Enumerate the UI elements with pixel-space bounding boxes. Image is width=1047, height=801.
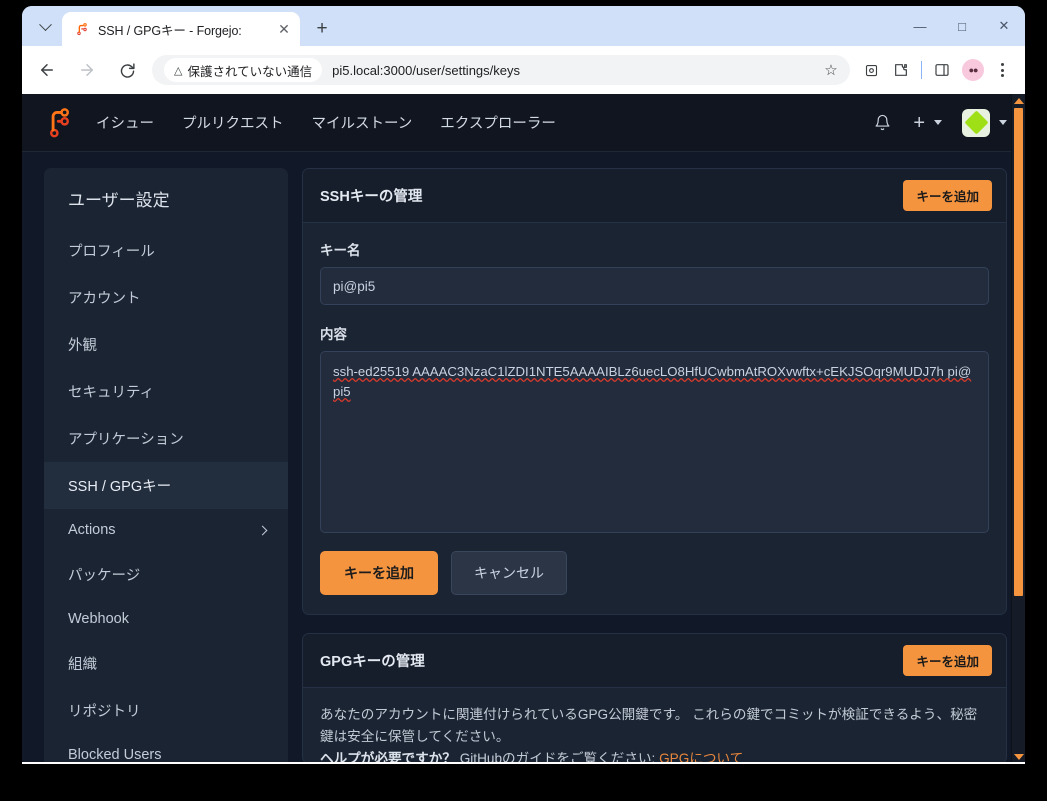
user-menu[interactable] bbox=[962, 108, 1007, 137]
ssh-panel-body: キー名 内容 ssh-ed25519 AAAAC3NzaC1lZDI1NTE5A… bbox=[303, 223, 1006, 614]
user-avatar-icon bbox=[962, 108, 990, 137]
toolbar-divider bbox=[921, 61, 922, 79]
plus-icon: + bbox=[913, 111, 925, 134]
sidebar-item-label: 組織 bbox=[68, 657, 97, 673]
create-new-menu[interactable]: + bbox=[913, 113, 942, 133]
avatar-eyes: ●● bbox=[968, 65, 979, 75]
sidebar-item-label: パッケージ bbox=[68, 568, 141, 584]
settings-main-column: SSHキーの管理 キーを追加 キー名 内容 ssh-ed25519 AAAAC3… bbox=[302, 168, 1007, 764]
browser-tab[interactable]: SSH / GPGキー - Forgejo: ✕ bbox=[62, 12, 300, 46]
sidebar-item-repositories[interactable]: リポジトリ bbox=[44, 687, 288, 734]
gpg-panel-header: GPGキーの管理 キーを追加 bbox=[303, 634, 1006, 689]
browser-toolbar: △ 保護されていない通信 pi5.local:3000/user/setting… bbox=[22, 46, 1025, 94]
sidebar-item-webhooks[interactable]: Webhook bbox=[44, 598, 288, 640]
extensions-puzzle-icon[interactable] bbox=[886, 55, 916, 85]
window-bottom-border bbox=[22, 762, 1025, 764]
window-controls: — □ ✕ bbox=[899, 6, 1025, 46]
security-status-chip[interactable]: △ 保護されていない通信 bbox=[164, 58, 323, 82]
sidebar-item-label: アカウント bbox=[68, 291, 141, 307]
profile-avatar-icon[interactable]: ●● bbox=[962, 59, 984, 81]
scrollbar-thumb[interactable] bbox=[1014, 108, 1023, 596]
ssh-cancel-button[interactable]: キャンセル bbox=[451, 551, 567, 595]
settings-sidebar: ユーザー設定 プロフィール アカウント 外観 セキュリティ アプリケーション S bbox=[44, 168, 288, 764]
nav-link-explore[interactable]: エクスプローラー bbox=[440, 112, 556, 133]
reload-icon[interactable] bbox=[112, 55, 142, 85]
scroll-up-arrow-icon[interactable] bbox=[1013, 98, 1024, 104]
ssh-panel-header: SSHキーの管理 キーを追加 bbox=[303, 169, 1006, 223]
new-tab-button[interactable]: + bbox=[308, 14, 336, 42]
gpg-panel-title: GPGキーの管理 bbox=[320, 654, 425, 671]
back-arrow-icon[interactable] bbox=[32, 55, 62, 85]
forgejo-logo-icon[interactable] bbox=[44, 107, 74, 139]
ssh-key-name-label: キー名 bbox=[320, 243, 361, 258]
page-scrollbar[interactable] bbox=[1011, 94, 1025, 764]
scroll-down-arrow-icon[interactable] bbox=[1013, 754, 1024, 760]
sidebar-item-blocked-users[interactable]: Blocked Users bbox=[44, 734, 288, 764]
sidebar-item-organizations[interactable]: 組織 bbox=[44, 640, 288, 687]
sidebar-item-label: SSH / GPGキー bbox=[68, 479, 172, 495]
star-icon[interactable]: ☆ bbox=[818, 57, 844, 83]
tab-search-button[interactable] bbox=[28, 12, 62, 42]
gpg-description: あなたのアカウントに関連付けられているGPG公開鍵です。 これらの鍵でコミットが… bbox=[320, 704, 989, 748]
caret-down-icon bbox=[934, 120, 942, 125]
side-panel-icon[interactable] bbox=[927, 55, 957, 85]
sidebar-title: ユーザー設定 bbox=[68, 191, 170, 210]
ssh-key-content-label: 内容 bbox=[320, 327, 347, 342]
ssh-key-content-textarea[interactable]: ssh-ed25519 AAAAC3NzaC1lZDI1NTE5AAAAIBLz… bbox=[320, 351, 989, 533]
sidebar-item-label: リポジトリ bbox=[68, 704, 141, 720]
sidebar-item-label: アプリケーション bbox=[68, 432, 184, 448]
sidebar-item-label: Webhook bbox=[68, 611, 129, 627]
sidebar-item-label: Blocked Users bbox=[68, 747, 162, 763]
sidebar-item-account[interactable]: アカウント bbox=[44, 274, 288, 321]
nav-link-milestones[interactable]: マイルストーン bbox=[312, 112, 413, 133]
sidebar-item-packages[interactable]: パッケージ bbox=[44, 551, 288, 598]
maximize-button[interactable]: □ bbox=[941, 6, 983, 46]
sidebar-item-label: セキュリティ bbox=[68, 385, 155, 401]
sidebar-item-profile[interactable]: プロフィール bbox=[44, 227, 288, 274]
gpg-panel-body: あなたのアカウントに関連付けられているGPG公開鍵です。 これらの鍵でコミットが… bbox=[303, 688, 1006, 763]
browser-window: SSH / GPGキー - Forgejo: ✕ + — □ ✕ △ 保護されて… bbox=[22, 6, 1025, 764]
security-status-label: 保護されていない通信 bbox=[187, 64, 313, 79]
minimize-button[interactable]: — bbox=[899, 6, 941, 46]
sidebar-item-security[interactable]: セキュリティ bbox=[44, 368, 288, 415]
tab-title: SSH / GPGキー - Forgejo: bbox=[98, 20, 274, 39]
chevron-right-icon bbox=[257, 525, 268, 535]
scrollbar-track[interactable] bbox=[1012, 108, 1025, 750]
three-dot-menu-icon[interactable] bbox=[989, 55, 1015, 85]
chevron-down-icon bbox=[38, 17, 52, 31]
caret-down-icon bbox=[999, 120, 1007, 125]
tab-strip: SSH / GPGキー - Forgejo: ✕ + — □ ✕ bbox=[22, 6, 1025, 46]
ssh-key-name-input[interactable] bbox=[320, 267, 989, 305]
sidebar-item-label: 外観 bbox=[68, 338, 97, 354]
media-cast-icon[interactable] bbox=[856, 55, 886, 85]
sidebar-item-label: Actions bbox=[68, 522, 116, 538]
sidebar-item-ssh-gpg-keys[interactable]: SSH / GPGキー bbox=[44, 462, 288, 509]
ssh-submit-add-key-button[interactable]: キーを追加 bbox=[320, 551, 438, 595]
close-icon[interactable]: ✕ bbox=[274, 19, 294, 39]
bell-notification-icon[interactable] bbox=[869, 110, 895, 136]
warning-triangle-icon: △ bbox=[174, 64, 183, 77]
forward-arrow-icon[interactable] bbox=[72, 55, 102, 85]
address-bar[interactable]: △ 保護されていない通信 pi5.local:3000/user/setting… bbox=[152, 55, 850, 85]
sidebar-item-appearance[interactable]: 外観 bbox=[44, 321, 288, 368]
window-close-button[interactable]: ✕ bbox=[983, 6, 1025, 46]
url-text: pi5.local:3000/user/settings/keys bbox=[332, 62, 520, 78]
forgejo-logo-icon bbox=[74, 21, 90, 37]
gpg-description-text: あなたのアカウントに関連付けられているGPG公開鍵です。 これらの鍵でコミットが… bbox=[320, 707, 978, 745]
page-content: ユーザー設定 プロフィール アカウント 外観 セキュリティ アプリケーション S bbox=[22, 152, 1025, 764]
ssh-add-key-button[interactable]: キーを追加 bbox=[903, 180, 992, 211]
sidebar-item-label: プロフィール bbox=[68, 244, 155, 260]
gpg-keys-panel: GPGキーの管理 キーを追加 あなたのアカウントに関連付けられているGPG公開鍵… bbox=[302, 633, 1007, 764]
ssh-panel-title: SSHキーの管理 bbox=[320, 189, 423, 205]
gpg-add-key-button[interactable]: キーを追加 bbox=[903, 645, 992, 677]
app-navbar: イシュー プルリクエスト マイルストーン エクスプローラー + bbox=[22, 94, 1025, 152]
avatar-diamond-shape bbox=[963, 110, 989, 135]
nav-link-issues[interactable]: イシュー bbox=[96, 112, 154, 133]
ssh-keys-panel: SSHキーの管理 キーを追加 キー名 内容 ssh-ed25519 AAAAC3… bbox=[302, 168, 1007, 616]
ssh-form-actions: キーを追加 キャンセル bbox=[320, 551, 989, 595]
sidebar-item-actions[interactable]: Actions bbox=[44, 509, 288, 551]
nav-link-pull-requests[interactable]: プルリクエスト bbox=[182, 112, 284, 133]
web-page: イシュー プルリクエスト マイルストーン エクスプローラー + ユーザー設定 プ… bbox=[22, 94, 1025, 764]
sidebar-item-applications[interactable]: アプリケーション bbox=[44, 415, 288, 462]
